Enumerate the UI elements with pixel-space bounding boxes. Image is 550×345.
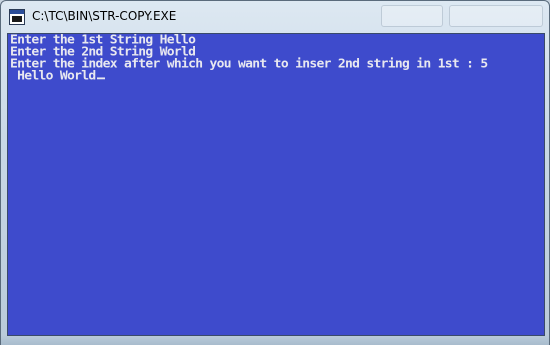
console-window: C:\TC\BIN\STR-COPY.EXE Enter the 1st Str… [0,0,550,345]
background-glass-reflection [381,5,443,27]
title-bar[interactable]: C:\TC\BIN\STR-COPY.EXE [1,1,549,33]
console-line: Hello World [10,69,96,83]
console-app-icon[interactable] [9,9,25,25]
text-cursor-icon [96,77,105,80]
window-title: C:\TC\BIN\STR-COPY.EXE [32,9,177,23]
background-glass-reflection [449,5,543,27]
console-output[interactable]: Enter the 1st String Hello Enter the 2nd… [7,33,545,336]
window-bottom-border [1,336,549,345]
console-line-with-cursor: Hello World [10,69,105,83]
